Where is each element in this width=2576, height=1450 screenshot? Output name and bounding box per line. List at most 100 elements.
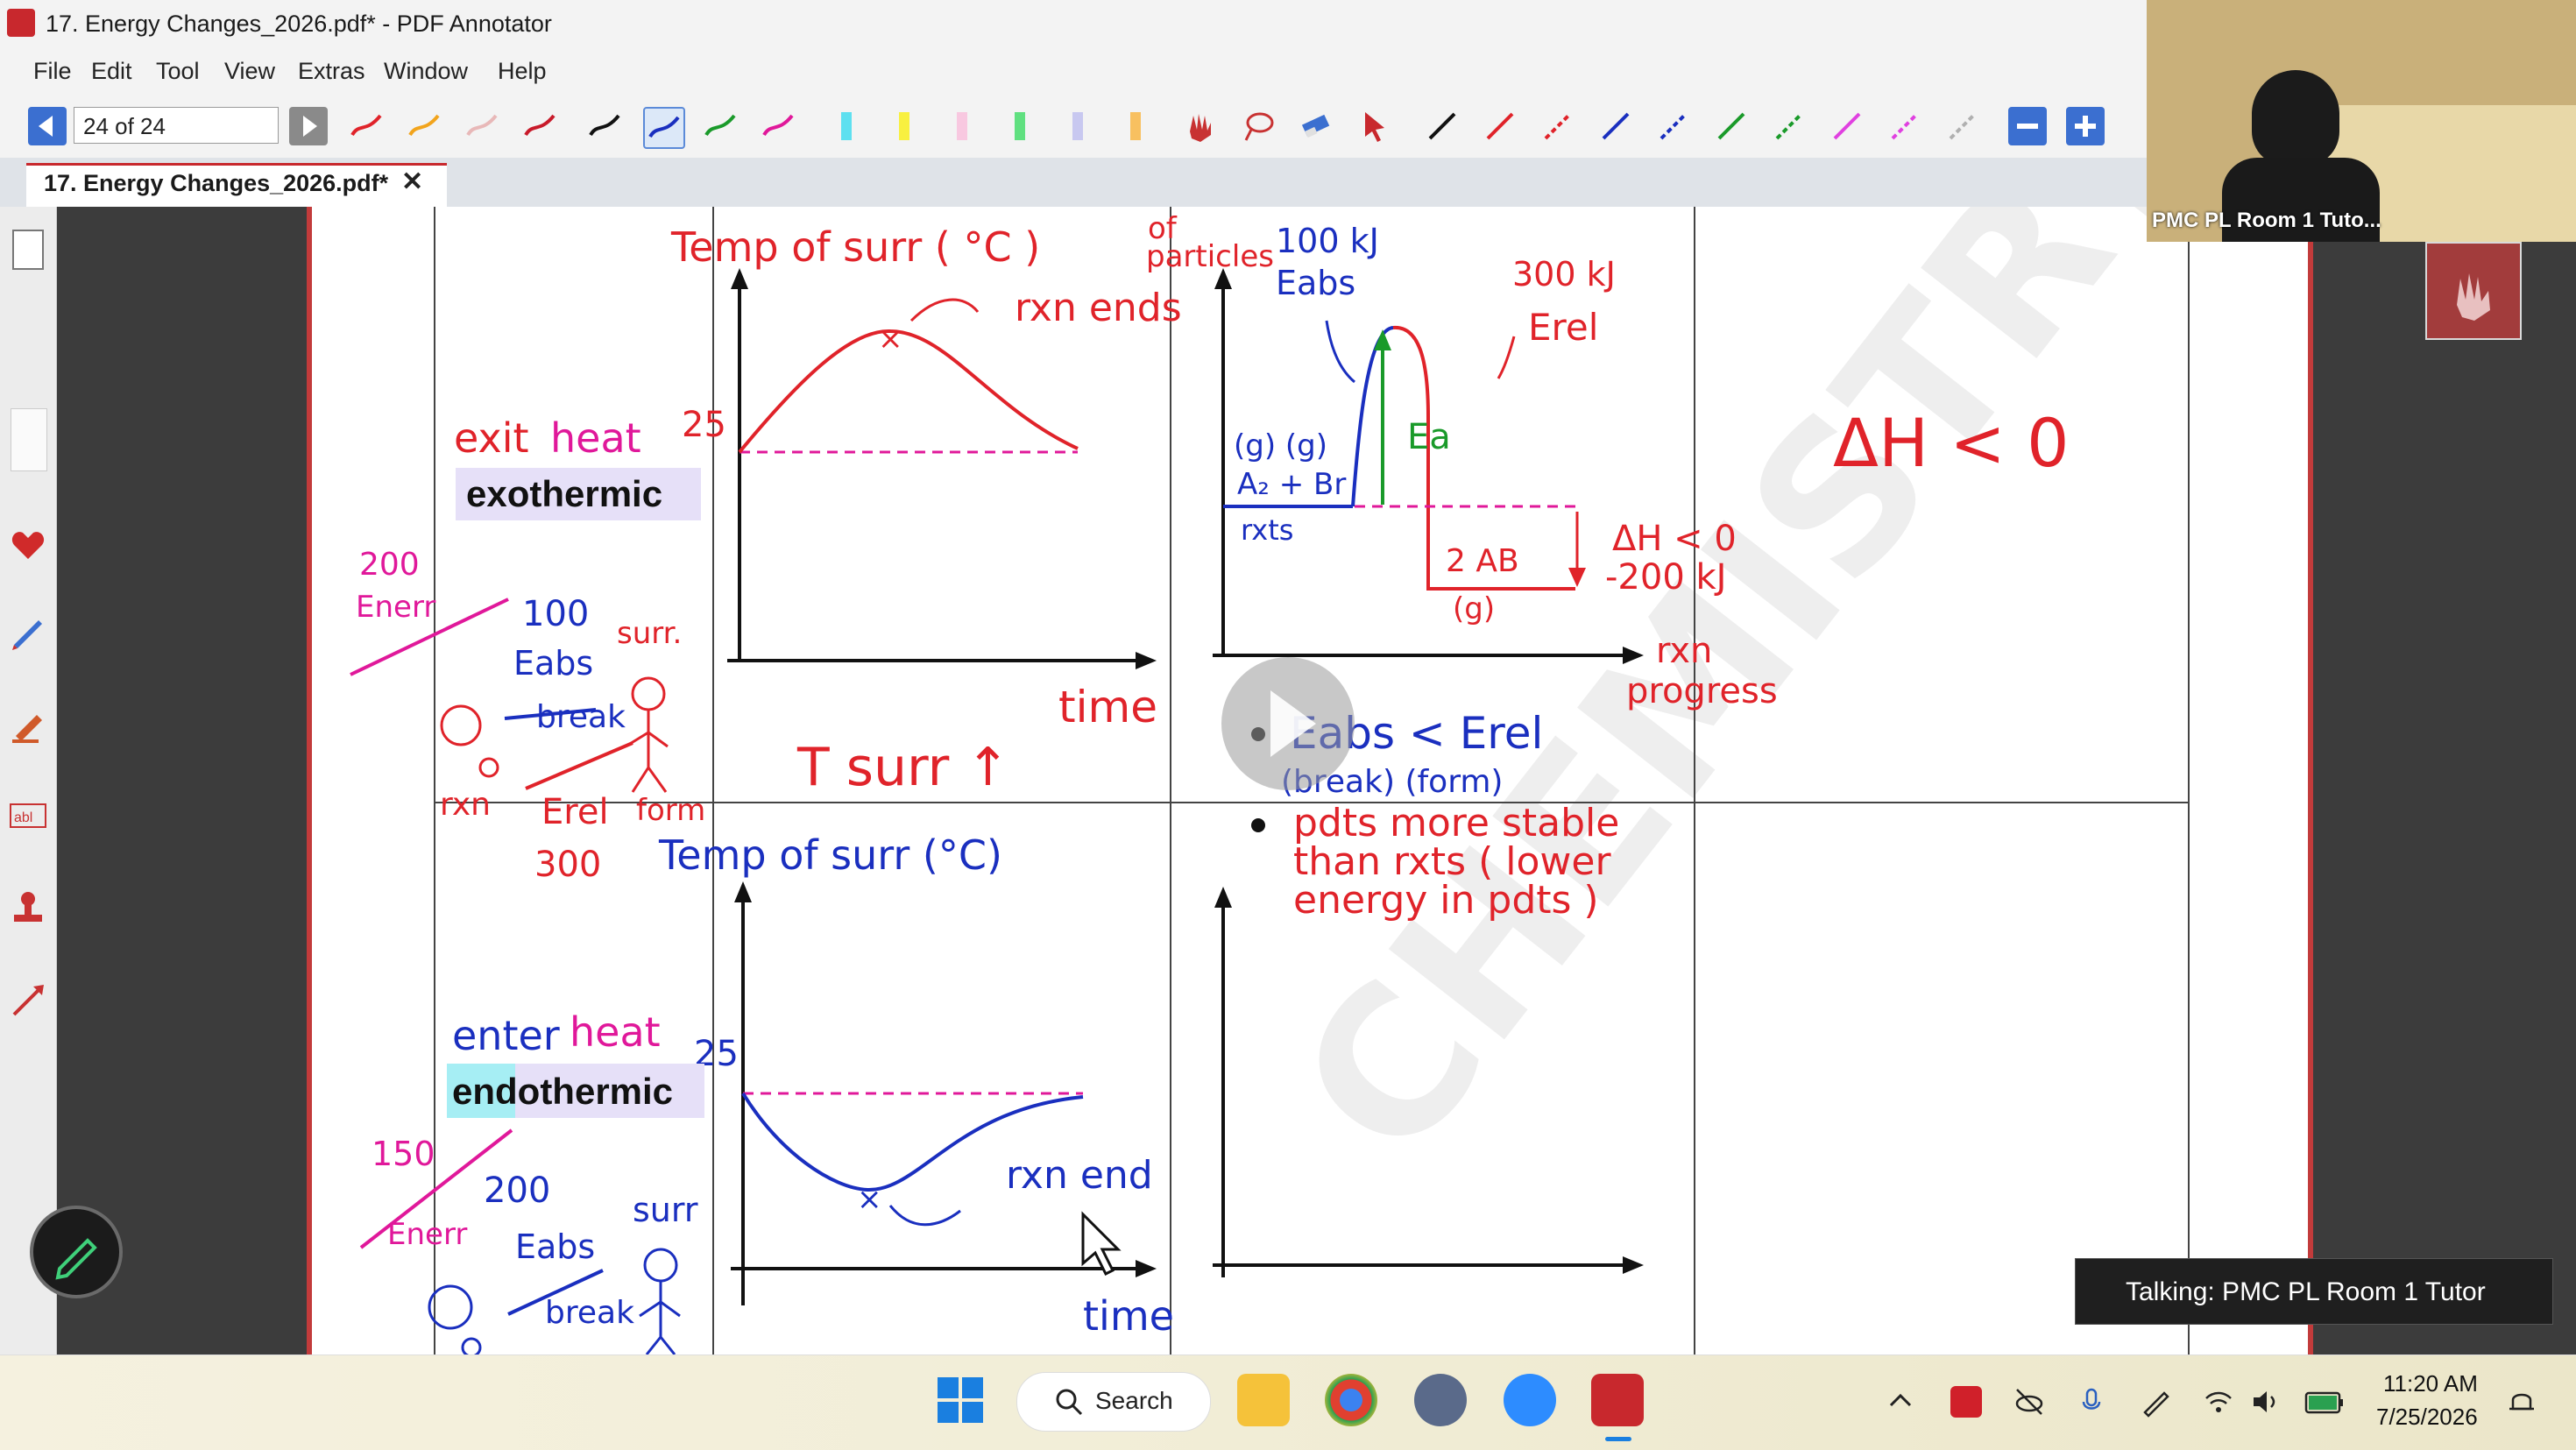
pen-tray-icon[interactable] — [2140, 1386, 2171, 1418]
eabs-left-top: Eabs — [513, 644, 593, 683]
progress-label: progress — [1626, 671, 1778, 711]
rxts-label: rxts — [1241, 513, 1293, 547]
page-annotations: CHEMISTRY CAFE Temp of surr ( °C ) 25 × … — [350, 207, 2313, 1355]
line-black-tool[interactable] — [1423, 107, 1461, 145]
pen-stroke-icon — [762, 114, 794, 137]
line-green-tool[interactable] — [1712, 107, 1751, 145]
highlighter-lavender-tool[interactable] — [1058, 107, 1097, 145]
enerr-label-bottom: Enerr — [387, 1217, 467, 1252]
dashed-line-gray-tool[interactable] — [1943, 107, 1982, 145]
a2br-label: A₂ + Br — [1237, 467, 1346, 502]
pen-black-tool[interactable] — [585, 107, 624, 145]
particles-label: particles — [1146, 239, 1274, 274]
gg-label: (g) (g) — [1234, 428, 1327, 463]
pen-red-tool[interactable] — [347, 107, 386, 145]
eraser-icon — [1301, 114, 1330, 138]
text-box-icon[interactable]: abl — [7, 794, 49, 836]
pen-green-tool[interactable] — [701, 107, 740, 145]
highlighter-orange-tool[interactable] — [1116, 107, 1155, 145]
heat-word-top: heat — [550, 414, 641, 462]
dashed-line-blue-tool[interactable] — [1654, 107, 1693, 145]
floating-pen-button[interactable] — [30, 1206, 123, 1298]
menu-bar: File Edit Tool View Extras Window Help — [0, 49, 2147, 95]
clock-time[interactable]: 11:20 AM — [2383, 1370, 2478, 1397]
menu-help[interactable]: Help — [498, 58, 547, 85]
arrow-left-icon — [39, 116, 53, 137]
marker-icon[interactable] — [7, 703, 49, 745]
arrow-tool-icon[interactable] — [7, 978, 49, 1020]
volume-icon[interactable] — [2250, 1386, 2282, 1418]
battery-charging-icon[interactable] — [2304, 1388, 2345, 1416]
app-icon-feather[interactable] — [1414, 1374, 1467, 1426]
highlighter-icon — [841, 112, 852, 140]
stamp-icon[interactable] — [7, 887, 49, 929]
pen-stroke-icon — [350, 114, 382, 137]
pan-hand-tool[interactable] — [1181, 107, 1220, 145]
onedrive-off-icon[interactable] — [2013, 1386, 2045, 1418]
tray-app-icon[interactable] — [1950, 1386, 1982, 1418]
microphone-icon[interactable] — [2077, 1386, 2108, 1418]
active-app-indicator — [1605, 1437, 1631, 1441]
pen-magenta-tool[interactable] — [759, 107, 797, 145]
highlighter-pink-tool[interactable] — [943, 107, 981, 145]
e300-label: 300 — [534, 845, 601, 885]
wifi-icon[interactable] — [2203, 1386, 2234, 1418]
chevron-up-icon[interactable] — [1887, 1388, 1914, 1414]
clock-date[interactable]: 7/25/2026 — [2376, 1404, 2478, 1431]
pdf-annotator-app-icon — [7, 9, 35, 37]
menu-view[interactable]: View — [224, 58, 275, 85]
enerr-label-top: Enerr — [356, 590, 435, 625]
pdf-annotator-taskbar-icon[interactable] — [1591, 1374, 1644, 1426]
search-label: Search — [1095, 1387, 1173, 1414]
menu-extras[interactable]: Extras — [298, 58, 365, 85]
zoom-out-button[interactable] — [2008, 107, 2047, 145]
hand-icon — [1190, 114, 1211, 142]
menu-tool[interactable]: Tool — [156, 58, 200, 85]
menu-edit[interactable]: Edit — [91, 58, 132, 85]
page-number-field[interactable]: 24 of 24 — [74, 107, 279, 144]
zoom-in-button[interactable] — [2066, 107, 2105, 145]
svg-text:×: × — [878, 322, 903, 357]
menu-file[interactable]: File — [33, 58, 72, 85]
erel-label-left: Erel — [541, 792, 609, 832]
pen-blue-tool[interactable] — [643, 107, 685, 149]
left-tool-panel: abl — [0, 207, 57, 1355]
e200b-label: 200 — [484, 1171, 550, 1211]
highlighter-cyan-tool[interactable] — [827, 107, 866, 145]
eraser-tool[interactable] — [1297, 107, 1335, 145]
dashed-line-green-tool[interactable] — [1770, 107, 1808, 145]
previous-page-button[interactable] — [28, 107, 67, 145]
highlighter-yellow-tool[interactable] — [885, 107, 924, 145]
tab-close-icon[interactable]: ✕ — [401, 166, 423, 197]
file-explorer-icon[interactable] — [1237, 1374, 1290, 1426]
select-tool[interactable] — [1355, 107, 1393, 145]
lasso-tool[interactable] — [1239, 107, 1277, 145]
menu-window[interactable]: Window — [384, 58, 468, 85]
pen-darkred-tool[interactable] — [520, 107, 559, 145]
next-page-button[interactable] — [289, 107, 328, 145]
video-participant-name: PMC PL Room 1 Tuto... — [2152, 209, 2381, 232]
pen-light-tool[interactable] — [463, 107, 501, 145]
dashed-line-icon — [1949, 112, 1977, 140]
line-blue-tool[interactable] — [1596, 107, 1635, 145]
pen-icon[interactable] — [7, 610, 49, 652]
rxn-ends-label: rxn ends — [1015, 286, 1182, 330]
arrow-right-icon — [303, 116, 317, 137]
dashed-line-magenta-tool[interactable] — [1886, 107, 1924, 145]
dashed-line-icon — [1775, 112, 1803, 140]
favorite-heart-icon[interactable] — [7, 524, 49, 566]
dashed-line-red-tool[interactable] — [1539, 107, 1577, 145]
raise-hand-button[interactable] — [2425, 242, 2522, 340]
line-red-tool[interactable] — [1481, 107, 1519, 145]
bullet-pdts-line3: energy in pdts ) — [1293, 878, 1599, 923]
chrome-icon[interactable] — [1325, 1374, 1377, 1426]
page-thumbnail-icon[interactable] — [12, 230, 44, 270]
highlighter-green-tool[interactable] — [1001, 107, 1039, 145]
scroll-dropdown[interactable] — [11, 408, 47, 471]
pen-orange-tool[interactable] — [405, 107, 443, 145]
zoom-icon[interactable] — [1504, 1374, 1556, 1426]
notification-bell-icon[interactable] — [2504, 1384, 2539, 1419]
windows-start-icon[interactable] — [936, 1376, 985, 1425]
line-magenta-tool[interactable] — [1828, 107, 1866, 145]
participant-video-tile[interactable] — [2147, 0, 2576, 242]
